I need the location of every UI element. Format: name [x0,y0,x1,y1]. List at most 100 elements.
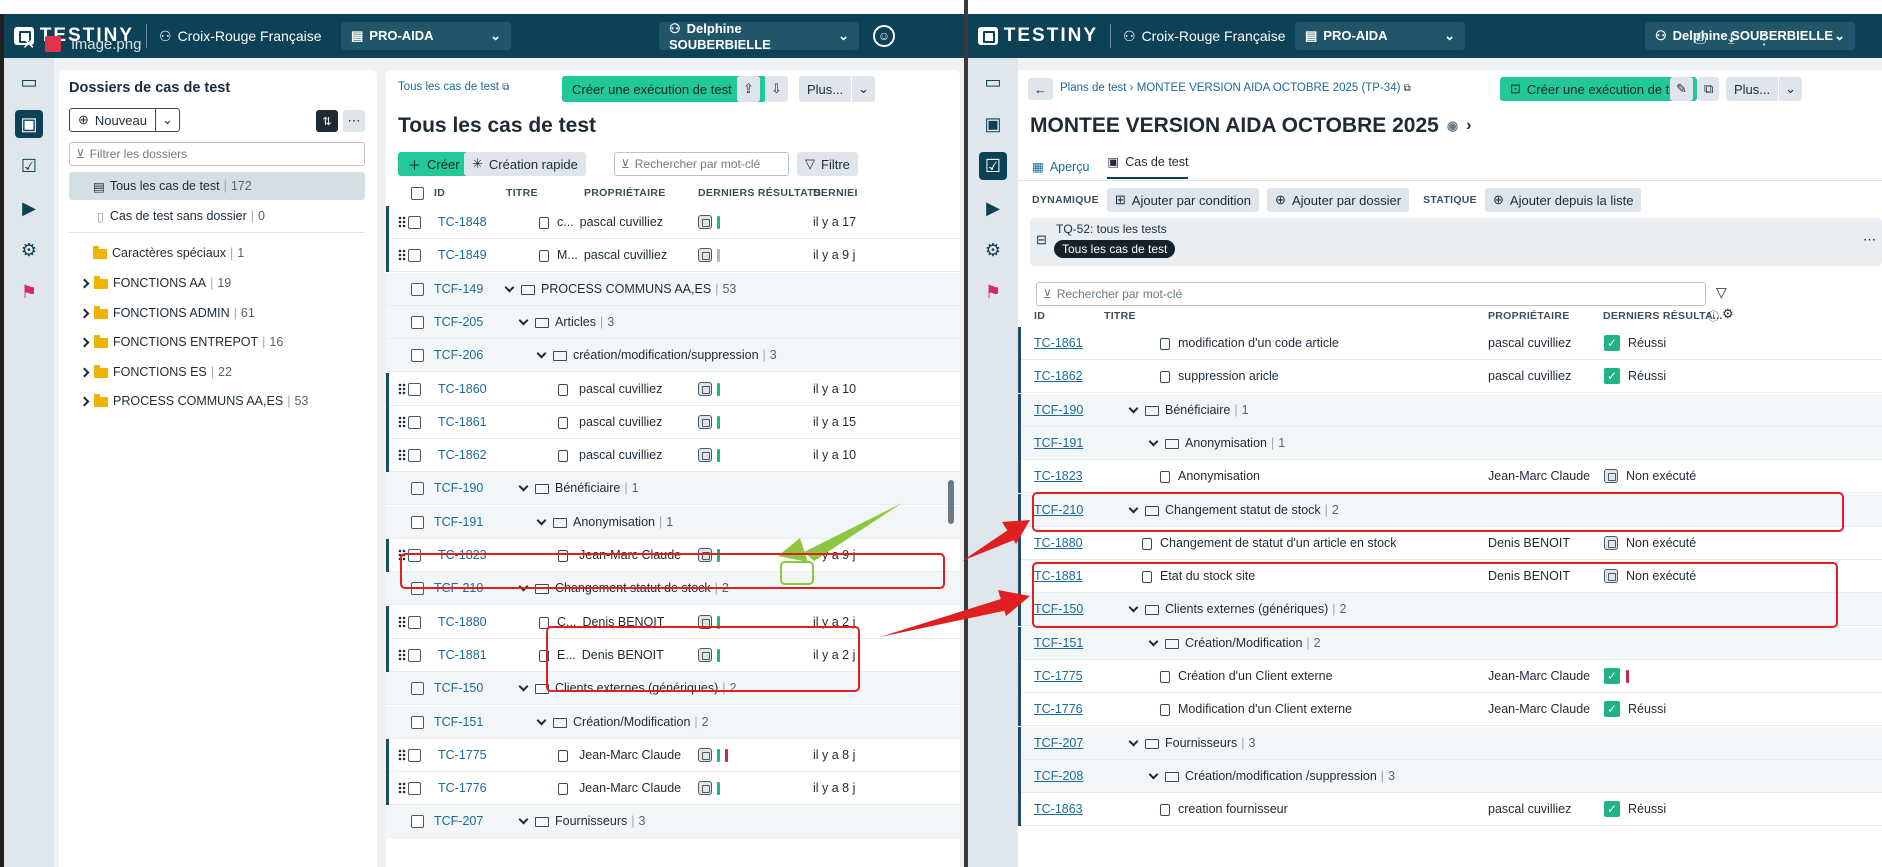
col-id[interactable]: ID [434,187,445,199]
folder-row[interactable]: TCF-190 Bénéficiaire | 1 [386,472,960,505]
clone-icon[interactable]: ⧉ [1698,77,1720,101]
more-dropdown[interactable]: ⌄ [1779,77,1803,101]
table-row[interactable]: TC-1776 Modification d'un Client externe… [1018,693,1882,726]
case-id[interactable]: TC-1862 [438,448,487,462]
run-result-icon[interactable] [698,615,712,629]
row-checkbox[interactable] [408,382,421,396]
run-result-icon[interactable] [698,448,712,462]
smiley-icon[interactable]: ☺ [873,25,895,47]
print-icon[interactable]: ⎙ [1694,30,1706,48]
run-result-icon[interactable] [698,415,712,429]
project-selector[interactable]: ▤ PRO-AIDA ⌄ [341,22,511,50]
test-plans-icon[interactable]: ☑ [15,152,43,180]
dashboard-icon[interactable]: ▭ [15,68,43,96]
info-icon[interactable]: ⓘ [1708,308,1719,324]
table-row[interactable]: TC-1880 C... Denis BENOIT il y a 2 j [386,606,960,639]
folder-row[interactable]: TCF-205 Articles | 3 [386,306,960,339]
back-arrow-icon[interactable]: ← [1028,78,1053,100]
row-checkbox[interactable] [408,648,421,662]
folder-id[interactable]: TCF-190 [434,481,483,495]
folder-fonctions-admin[interactable]: FONCTIONS ADMIN | 61 [69,298,365,328]
drag-handle-icon[interactable] [398,249,406,261]
table-row[interactable]: TC-1849 M... pascal cuvilliez il y a 9 j [386,239,960,272]
folder-id[interactable]: TCF-207 [1034,736,1083,750]
row-checkbox[interactable] [408,248,421,262]
filter-button[interactable]: ▽ Filtre [797,152,858,176]
chevron-down-icon[interactable] [1128,602,1139,613]
row-checkbox[interactable] [411,315,424,329]
table-row[interactable]: TC-1860 pascal cuvilliez il y a 10 [386,373,960,406]
folder-row[interactable]: TCF-191 Anonymisation | 1 [1018,427,1882,460]
case-id[interactable]: TC-1860 [438,382,487,396]
table-row[interactable]: TC-1862 suppression aricle pascal cuvill… [1018,360,1882,393]
run-result-icon[interactable] [698,648,712,662]
case-id[interactable]: TC-1823 [1034,469,1083,483]
run-result-icon[interactable] [698,748,712,762]
folder-row[interactable]: TCF-149 PROCESS COMMUNS AA,ES | 53 [386,273,960,306]
row-checkbox[interactable] [408,748,421,762]
col-owner[interactable]: PROPRIÉTAIRE [1488,310,1570,322]
chevron-right-icon[interactable]: › [1466,117,1471,135]
col-id[interactable]: ID [1034,310,1045,322]
table-row[interactable]: TC-1823 Anonymisation Jean-Marc Claude N… [1018,460,1882,493]
drag-handle-icon[interactable] [398,449,406,461]
drag-handle-icon[interactable] [398,549,406,561]
download-icon[interactable]: ⤓ [1728,30,1735,48]
user-menu[interactable]: ⚇ Delphine SOUBERBIELLE ⌄ [659,21,859,52]
table-row[interactable]: TC-1775 Création d'un Client externe Jea… [1018,660,1882,693]
copy-icon[interactable]: ⧉ [502,82,509,93]
case-id[interactable]: TC-1881 [438,648,487,662]
org-selector[interactable]: ⚇ Croix-Rouge Française [159,28,329,45]
folder-special-chars[interactable]: Caractères spéciaux | 1 [69,238,365,268]
row-checkbox[interactable] [411,481,424,495]
chevron-down-icon[interactable] [518,681,529,692]
folder-id[interactable]: TCF-208 [1034,769,1083,783]
more-dropdown[interactable]: ⌄ [852,76,876,102]
row-checkbox[interactable] [408,415,421,429]
add-from-list-button[interactable]: ⊕ Ajouter depuis la liste [1485,188,1642,212]
chevron-down-icon[interactable] [518,315,529,326]
row-checkbox[interactable] [411,581,424,595]
row-checkbox[interactable] [408,448,421,462]
case-id[interactable]: TC-1823 [438,548,487,562]
case-id[interactable]: TC-1880 [438,615,487,629]
case-id[interactable]: TC-1880 [1034,536,1083,550]
test-runs-icon[interactable]: ▶ [15,194,43,222]
folder-fonctions-es[interactable]: FONCTIONS ES | 22 [69,357,365,387]
run-result-icon[interactable] [698,248,712,262]
folder-row[interactable]: TCF-210 Changement statut de stock | 2 [1018,494,1882,527]
folder-id[interactable]: TCF-191 [1034,436,1083,450]
create-run-button[interactable]: ⊡ Créer une exécution de test [1500,77,1697,101]
folder-id[interactable]: TCF-190 [1034,403,1083,417]
chevron-down-icon[interactable] [1128,503,1139,514]
test-cases-icon[interactable]: ▣ [979,110,1007,138]
settings-icon[interactable]: ⚙ [979,236,1007,264]
breadcrumb-link[interactable]: Plans de test › MONTEE VERSION AIDA OCTO… [1060,82,1400,94]
col-results[interactable]: DERNIERS RÉSULTA... [1603,310,1723,322]
table-row[interactable]: TC-1823 Jean-Marc Claude il y a 9 j [386,539,960,572]
folder-row[interactable]: TCF-151 Création/Modification | 2 [386,706,960,739]
case-id[interactable]: TC-1776 [1034,702,1083,716]
chevron-right-icon[interactable] [79,367,90,377]
table-row[interactable]: TC-1848 c... pascal cuvilliez il y a 17 [386,206,960,239]
row-checkbox[interactable] [411,715,424,729]
row-checkbox[interactable] [411,814,424,828]
table-row[interactable]: TC-1861 modification d'un code article p… [1018,327,1882,360]
chevron-right-icon[interactable] [79,278,90,288]
table-row[interactable]: TC-1862 pascal cuvilliez il y a 10 [386,439,960,472]
chevron-down-icon[interactable] [1128,403,1139,414]
tab-cases[interactable]: ▣ Cas de test [1107,154,1189,179]
chevron-down-icon[interactable] [536,348,547,359]
copy-icon[interactable]: ⧉ [1404,83,1411,94]
col-title[interactable]: TITRE [506,187,538,199]
export-icon[interactable]: ⇪ [737,76,760,102]
chevron-down-icon[interactable] [1148,636,1159,647]
search-input[interactable]: ⊻ Rechercher par mot-clé [614,152,789,176]
chevron-right-icon[interactable] [79,308,90,318]
new-folder-dropdown[interactable]: ⌄ [155,108,180,132]
tab-overview[interactable]: ▦ Aperçu [1032,154,1089,179]
test-plans-icon[interactable]: ☑ [979,152,1007,180]
row-checkbox[interactable] [411,681,424,695]
run-result-icon[interactable] [698,781,712,795]
org-selector[interactable]: ⚇ Croix-Rouge Française [1123,28,1293,45]
